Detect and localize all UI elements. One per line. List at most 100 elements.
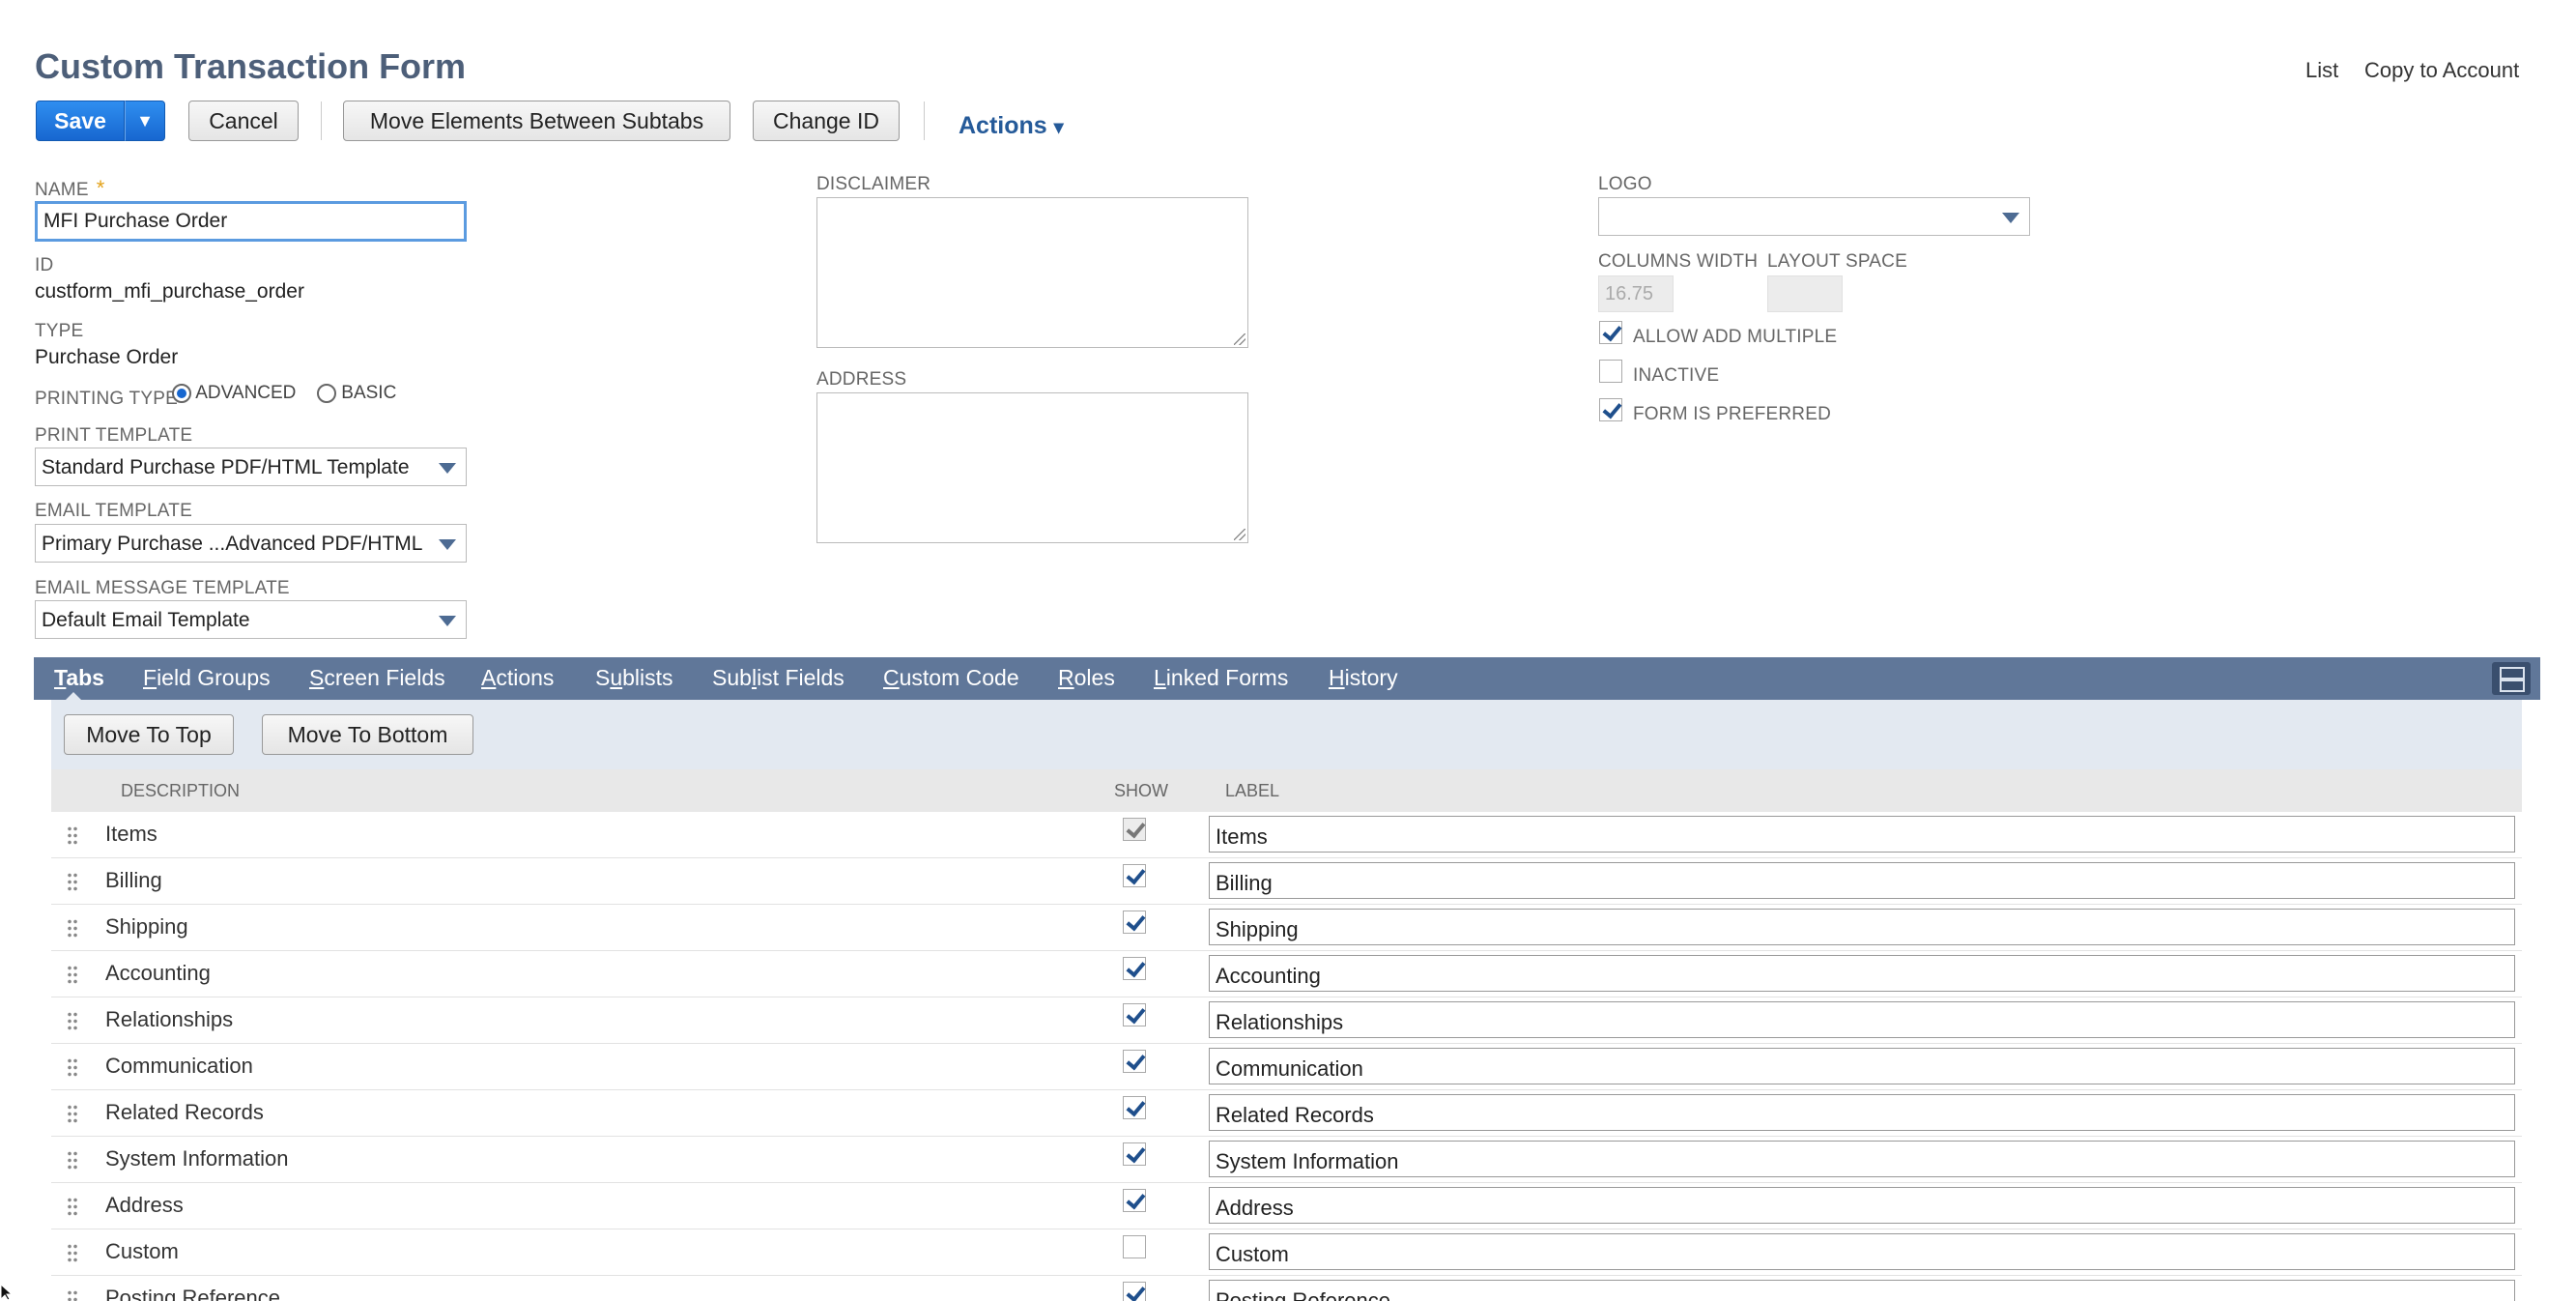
show-checkbox[interactable] xyxy=(1123,1096,1146,1119)
table-row[interactable]: Shipping Shipping xyxy=(51,905,2522,951)
row-description: Custom xyxy=(105,1239,179,1263)
label-input[interactable]: Communication xyxy=(1209,1048,2515,1084)
tab-screen-fields[interactable]: Screen Fields xyxy=(309,665,445,691)
label-input[interactable]: Items xyxy=(1209,816,2515,853)
layout-toggle-icon[interactable] xyxy=(2492,662,2531,695)
label-input[interactable]: Posting Reference xyxy=(1209,1280,2515,1301)
radio-advanced-icon[interactable] xyxy=(172,383,191,403)
show-checkbox[interactable] xyxy=(1123,1282,1146,1301)
move-elements-button[interactable]: Move Elements Between Subtabs xyxy=(343,101,730,141)
email-message-template-select[interactable]: Default Email Template xyxy=(35,600,467,639)
show-checkbox[interactable] xyxy=(1123,1235,1146,1258)
tab-actions[interactable]: Actions xyxy=(481,665,554,691)
tab-sublists[interactable]: Sublists xyxy=(595,665,673,691)
actions-menu-label: Actions xyxy=(959,112,1047,139)
drag-handle-icon[interactable] xyxy=(67,965,78,986)
tab-field-groups[interactable]: Field Groups xyxy=(143,665,271,691)
row-description: System Information xyxy=(105,1146,289,1171)
mouse-cursor-icon xyxy=(0,1284,14,1301)
printing-basic-label: BASIC xyxy=(341,383,397,403)
logo-select[interactable] xyxy=(1598,197,2030,236)
inactive-checkbox[interactable] xyxy=(1599,360,1622,383)
actions-menu[interactable]: Actions ▾ xyxy=(959,112,1064,140)
show-checkbox[interactable] xyxy=(1123,957,1146,980)
drag-handle-icon[interactable] xyxy=(67,1057,78,1079)
drag-handle-icon[interactable] xyxy=(67,1104,78,1125)
label-input[interactable]: Address xyxy=(1209,1187,2515,1224)
email-message-template-label: EMAIL MESSAGE TEMPLATE xyxy=(35,578,290,598)
tab-sublist-fields[interactable]: Sublist Fields xyxy=(712,665,844,691)
table-row[interactable]: Billing Billing xyxy=(51,858,2522,905)
resize-grip-icon[interactable] xyxy=(1234,333,1245,345)
print-template-select[interactable]: Standard Purchase PDF/HTML Template xyxy=(35,448,467,486)
table-row[interactable]: System Information System Information xyxy=(51,1137,2522,1183)
table-row[interactable]: Posting Reference Posting Reference xyxy=(51,1276,2522,1301)
print-template-value: Standard Purchase PDF/HTML Template xyxy=(42,456,410,478)
label-input[interactable]: Relationships xyxy=(1209,1001,2515,1038)
tab-label-rest: ustom Code xyxy=(899,665,1019,690)
tab-custom-code[interactable]: Custom Code xyxy=(883,665,1019,691)
tab-access-key: C xyxy=(883,665,900,690)
label-input[interactable]: Shipping xyxy=(1209,909,2515,945)
name-input[interactable]: MFI Purchase Order xyxy=(35,201,467,242)
table-row[interactable]: Related Records Related Records xyxy=(51,1090,2522,1137)
show-checkbox[interactable] xyxy=(1123,1003,1146,1026)
save-options-arrow[interactable]: ▼ xyxy=(125,101,165,141)
print-template-label: PRINT TEMPLATE xyxy=(35,425,193,446)
label-input[interactable]: System Information xyxy=(1209,1141,2515,1177)
cancel-button[interactable]: Cancel xyxy=(188,101,299,141)
drag-handle-icon[interactable] xyxy=(67,825,78,847)
printing-type-advanced[interactable]: ADVANCED xyxy=(172,383,296,404)
drag-handle-icon[interactable] xyxy=(67,1243,78,1264)
label-input[interactable]: Related Records xyxy=(1209,1094,2515,1131)
move-to-top-button[interactable]: Move To Top xyxy=(64,714,234,755)
type-value: Purchase Order xyxy=(35,346,179,368)
label-input[interactable]: Billing xyxy=(1209,862,2515,899)
table-row[interactable]: Items Items xyxy=(51,812,2522,858)
show-checkbox[interactable] xyxy=(1123,864,1146,887)
tab-roles[interactable]: Roles xyxy=(1058,665,1115,691)
label-input[interactable]: Accounting xyxy=(1209,955,2515,992)
move-to-bottom-button[interactable]: Move To Bottom xyxy=(262,714,473,755)
disclaimer-textarea[interactable] xyxy=(816,197,1248,348)
tab-access-key: H xyxy=(1329,665,1345,690)
table-header: DESCRIPTION SHOW LABEL xyxy=(51,769,2522,812)
change-id-button[interactable]: Change ID xyxy=(753,101,900,141)
resize-grip-icon[interactable] xyxy=(1234,529,1245,540)
table-row[interactable]: Address Address xyxy=(51,1183,2522,1229)
email-template-select[interactable]: Primary Purchase ...Advanced PDF/HTML xyxy=(35,524,467,563)
show-checkbox[interactable] xyxy=(1123,1050,1146,1073)
drag-handle-icon[interactable] xyxy=(67,872,78,893)
drag-handle-icon[interactable] xyxy=(67,1011,78,1032)
label-input[interactable]: Custom xyxy=(1209,1233,2515,1270)
radio-basic-icon[interactable] xyxy=(317,383,336,403)
address-textarea[interactable] xyxy=(816,392,1248,543)
drag-handle-icon[interactable] xyxy=(67,1289,78,1301)
list-link[interactable]: List xyxy=(2305,58,2338,83)
required-star-icon: * xyxy=(96,176,105,200)
row-description: Items xyxy=(105,822,157,846)
table-row[interactable]: Accounting Accounting xyxy=(51,951,2522,997)
table-row[interactable]: Relationships Relationships xyxy=(51,997,2522,1044)
active-tab-pointer xyxy=(66,692,81,700)
email-template-value: Primary Purchase ...Advanced PDF/HTML xyxy=(42,533,423,555)
table-row[interactable]: Communication Communication xyxy=(51,1044,2522,1090)
table-row[interactable]: Custom Custom xyxy=(51,1229,2522,1276)
show-checkbox[interactable] xyxy=(1123,1189,1146,1212)
drag-handle-icon[interactable] xyxy=(67,1197,78,1218)
show-checkbox[interactable] xyxy=(1123,911,1146,934)
drag-handle-icon[interactable] xyxy=(67,1150,78,1171)
tab-tabs[interactable]: Tabs xyxy=(54,665,104,691)
dropdown-arrow-icon xyxy=(439,539,456,550)
tab-linked-forms[interactable]: Linked Forms xyxy=(1154,665,1288,691)
logo-label: LOGO xyxy=(1598,174,1652,194)
columns-width-label: COLUMNS WIDTH xyxy=(1598,251,1759,272)
show-checkbox[interactable] xyxy=(1123,1142,1146,1166)
form-is-preferred-checkbox[interactable] xyxy=(1599,398,1622,421)
printing-type-basic[interactable]: BASIC xyxy=(317,383,396,404)
tab-history[interactable]: History xyxy=(1329,665,1398,691)
drag-handle-icon[interactable] xyxy=(67,918,78,940)
save-button[interactable]: Save xyxy=(36,101,125,141)
copy-to-account-link[interactable]: Copy to Account xyxy=(2364,58,2519,83)
allow-add-multiple-checkbox[interactable] xyxy=(1599,321,1622,344)
